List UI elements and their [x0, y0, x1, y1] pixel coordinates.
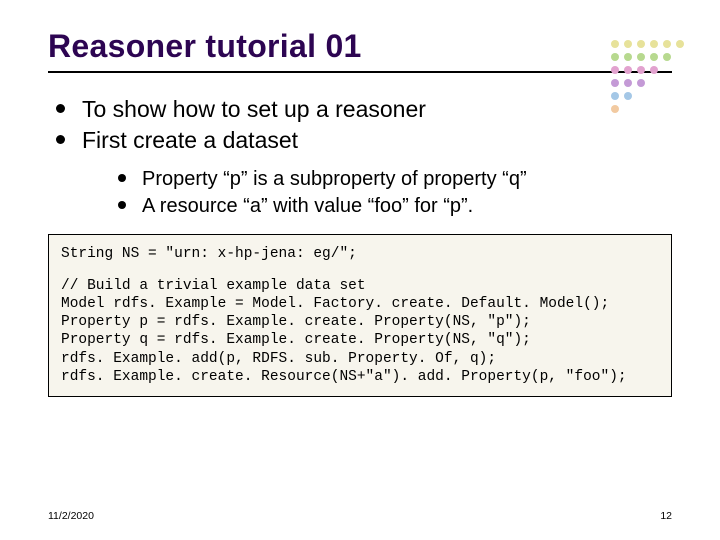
code-block: String NS = "urn: x-hp-jena: eg/"; // Bu… [48, 234, 672, 397]
code-line: Property p = rdfs. Example. create. Prop… [61, 314, 531, 330]
sub-bullet-text: A resource “a” with value “foo” for “p”. [142, 195, 473, 217]
dot-icon [611, 79, 619, 87]
bullet-text: To show how to set up a reasoner [82, 96, 426, 122]
bullet-text: First create a dataset [82, 127, 298, 153]
dot-icon [637, 66, 645, 74]
dot-icon [624, 53, 632, 61]
code-line: // Build a trivial example data set [61, 278, 366, 294]
dot-icon [663, 53, 671, 61]
slide: Reasoner tutorial 01 To show how to set … [0, 0, 720, 540]
dot-icon [676, 40, 684, 48]
code-line: rdfs. Example. create. Resource(NS+"a").… [61, 369, 627, 385]
dot-icon [637, 79, 645, 87]
footer-page-number: 12 [660, 510, 672, 522]
code-line: rdfs. Example. add(p, RDFS. sub. Propert… [61, 351, 496, 367]
dot-icon [624, 40, 632, 48]
dot-icon [637, 40, 645, 48]
dot-icon [624, 79, 632, 87]
dot-icon [637, 53, 645, 61]
dot-icon [663, 40, 671, 48]
code-line: String NS = "urn: x-hp-jena: eg/"; [61, 246, 357, 262]
dot-icon [650, 66, 658, 74]
code-line: Property q = rdfs. Example. create. Prop… [61, 332, 531, 348]
dot-icon [650, 40, 658, 48]
title-underline [48, 71, 672, 73]
slide-content: To show how to set up a reasoner First c… [48, 95, 672, 397]
footer-date: 11/2/2020 [48, 510, 94, 522]
sub-bullet-item: A resource “a” with value “foo” for “p”. [118, 193, 672, 220]
slide-title: Reasoner tutorial 01 [48, 28, 672, 65]
sub-bullet-list: Property “p” is a subproperty of propert… [82, 166, 672, 220]
bullet-item: To show how to set up a reasoner [56, 95, 672, 124]
code-line: Model rdfs. Example = Model. Factory. cr… [61, 296, 609, 312]
dot-icon [611, 40, 619, 48]
bullet-list: To show how to set up a reasoner First c… [48, 95, 672, 220]
dot-icon [611, 66, 619, 74]
dot-icon [650, 53, 658, 61]
sub-bullet-text: Property “p” is a subproperty of propert… [142, 168, 527, 190]
dot-icon [624, 66, 632, 74]
dot-icon [611, 53, 619, 61]
bullet-item: First create a dataset Property “p” is a… [56, 126, 672, 219]
sub-bullet-item: Property “p” is a subproperty of propert… [118, 166, 672, 193]
